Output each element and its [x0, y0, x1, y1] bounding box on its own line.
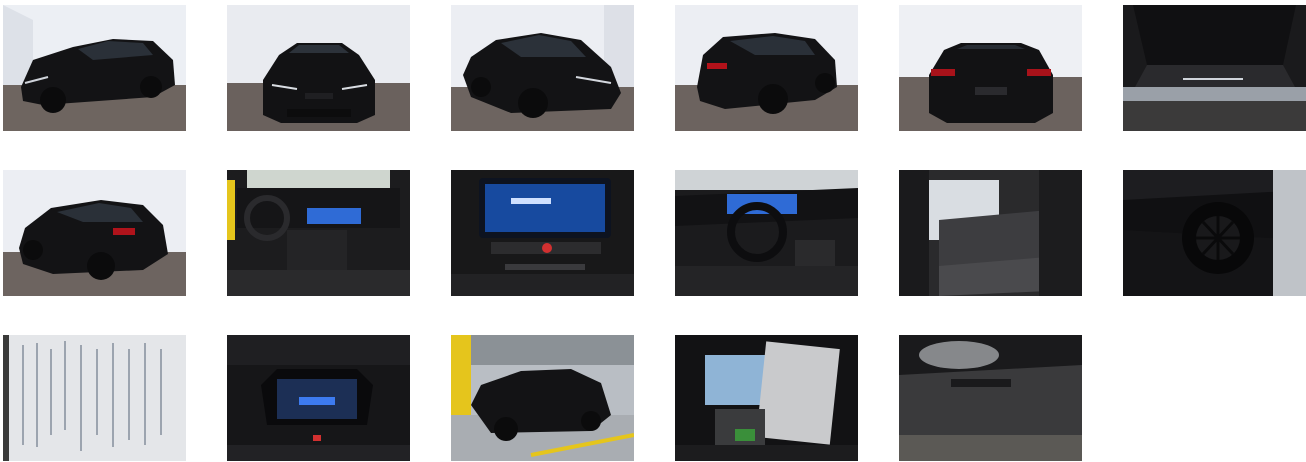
- photo-thumbnail-wheel-detail[interactable]: [1123, 170, 1306, 296]
- photo-gallery: [0, 0, 1306, 462]
- photo-thumbnail-rear[interactable]: [899, 5, 1082, 131]
- photo-thumbnail-rear-seats[interactable]: [899, 170, 1082, 296]
- photo-thumbnail-rear-three-quarter-left[interactable]: [3, 170, 186, 296]
- photo-thumbnail-instrument-cluster[interactable]: [227, 335, 410, 461]
- photo-thumbnail-infotainment-screen[interactable]: [451, 170, 634, 296]
- photo-thumbnail-manuals-and-keys[interactable]: [675, 335, 858, 461]
- photo-thumbnail-dashboard[interactable]: [227, 170, 410, 296]
- photo-thumbnail-front[interactable]: [227, 5, 410, 131]
- photo-thumbnail-handover-document[interactable]: [3, 335, 186, 461]
- photo-thumbnail-trunk-cover-label[interactable]: [899, 335, 1082, 461]
- photo-thumbnail-driver-cockpit[interactable]: [675, 170, 858, 296]
- photo-thumbnail-trunk[interactable]: [1123, 5, 1306, 131]
- photo-thumbnail-front-three-quarter-right[interactable]: [451, 5, 634, 131]
- photo-thumbnail-front-three-quarter-left[interactable]: [3, 5, 186, 131]
- photo-thumbnail-rear-three-quarter-right[interactable]: [675, 5, 858, 131]
- photo-thumbnail-car-in-garage[interactable]: [451, 335, 634, 461]
